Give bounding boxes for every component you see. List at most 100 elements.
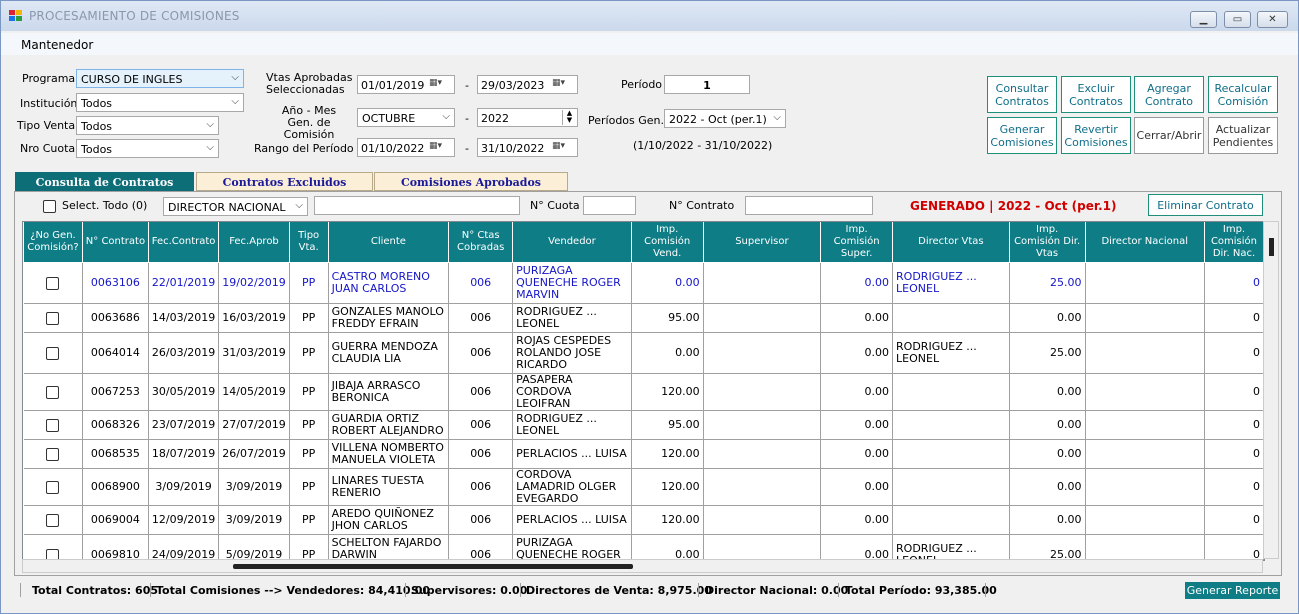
periodos-gen-select[interactable]: 2022 - Oct (per.1) ⌵ [664, 109, 786, 128]
column-header[interactable]: Director Vtas [892, 222, 1010, 263]
cerrar-abrir-button[interactable]: Cerrar/Abrir [1134, 117, 1204, 154]
cuota-input[interactable] [583, 196, 636, 215]
contrato-cell: 0069810 [82, 534, 149, 560]
mes-select[interactable]: OCTUBRE ⌵ [357, 108, 455, 127]
row-checkbox[interactable] [46, 276, 60, 290]
vtas-from-date[interactable]: 01/01/2019 ▦▾ [357, 75, 455, 94]
row-checkbox[interactable] [46, 385, 60, 399]
generar-reporte-button[interactable]: Generar Reporte [1185, 582, 1280, 599]
fec-contrato-cell: 30/05/2019 [148, 373, 220, 411]
recalcular-comision-button[interactable]: Recalcular Comisión [1208, 76, 1278, 113]
table-row[interactable]: 0063686 14/03/2019 16/03/2019 PP GONZALES MA… [23, 303, 1264, 333]
column-header[interactable]: ¿No Gen. Comisión? [23, 222, 83, 263]
tab-consulta-contratos[interactable]: Consulta de Contratos [15, 172, 194, 191]
row-checkbox[interactable] [46, 311, 60, 325]
fec-contrato-cell: 22/01/2019 [148, 262, 220, 304]
column-header[interactable]: Vendedor [512, 222, 632, 263]
close-button[interactable]: ✕ [1257, 11, 1288, 28]
tipo-cell: PP [289, 410, 329, 440]
eliminar-contrato-button[interactable]: Eliminar Contrato [1148, 194, 1263, 216]
fec-contrato-cell: 12/09/2019 [148, 505, 220, 535]
institucion-select[interactable]: Todos ⌵ [76, 93, 244, 112]
horizontal-scrollbar[interactable] [22, 559, 1263, 573]
cliente-cell: VILLENA NOMBERTO MANUELA VIOLETA [328, 439, 450, 469]
table-row[interactable]: 0063106 22/01/2019 19/02/2019 PP CASTRO MORE… [23, 262, 1264, 304]
imp-nac-cell: 0 [1204, 373, 1264, 411]
contrato-cell: 0068535 [82, 439, 149, 469]
column-header[interactable]: N° Contrato [81, 222, 149, 263]
calendar-icon: ▦▾ [429, 141, 443, 151]
director-select[interactable]: DIRECTOR NACIONAL ⌵ [163, 197, 308, 216]
table-row[interactable]: 0064014 26/03/2019 31/03/2019 PP GUERRA MEND… [23, 332, 1264, 374]
rango-from-date[interactable]: 01/10/2022 ▦▾ [357, 138, 455, 157]
anio-mes-label: Año - Mes Gen. de Comisión [281, 104, 337, 141]
fec-contrato-cell: 3/09/2019 [148, 468, 220, 506]
vtas-to-date[interactable]: 29/03/2023 ▦▾ [477, 75, 578, 94]
spin-icon[interactable]: ▲ ▼ [562, 110, 576, 125]
agregar-contrato-button[interactable]: Agregar Contrato [1134, 76, 1204, 113]
column-header[interactable]: Imp. Comisión Vend. [630, 222, 704, 263]
scroll-thumb[interactable] [1269, 238, 1274, 256]
actualizar-pendientes-button[interactable]: Actualizar Pendientes [1208, 117, 1278, 154]
select-all-checkbox[interactable] [43, 200, 56, 213]
row-checkbox[interactable] [46, 480, 60, 494]
search-input[interactable] [314, 196, 520, 215]
maximize-button[interactable]: ▭ [1224, 11, 1251, 28]
no-gen-comision-cell [23, 303, 83, 333]
supervisor-cell [703, 262, 822, 304]
tipo-cell: PP [289, 262, 329, 304]
column-header[interactable]: Tipo Vta. [288, 222, 329, 263]
column-header[interactable]: Cliente [327, 222, 450, 263]
anio-stepper[interactable]: 2022 ▲ ▼ [477, 108, 578, 127]
dir-vtas-cell [892, 410, 1010, 440]
column-header[interactable]: Supervisor [702, 222, 822, 263]
periodo-field[interactable]: 1 [664, 75, 750, 94]
table-row[interactable]: 0068535 18/07/2019 26/07/2019 PP VILLENA NOM… [23, 439, 1264, 469]
column-header[interactable]: Imp. Comisión Dir. Vtas [1008, 222, 1086, 263]
imp-vend-cell: 0.00 [631, 332, 704, 374]
table-row[interactable]: 0068900 3/09/2019 3/09/2019 PP LINARES TUEST… [23, 468, 1264, 506]
column-header[interactable]: Imp. Comisión Super. [820, 222, 894, 263]
row-checkbox[interactable] [46, 447, 60, 461]
column-header[interactable]: Director Nacional [1084, 222, 1205, 263]
generado-status: GENERADO | 2022 - Oct (per.1) [910, 199, 1117, 213]
row-checkbox[interactable] [46, 418, 60, 432]
imp-super-cell: 0.00 [820, 505, 894, 535]
programa-select[interactable]: CURSO DE INGLES ⌵ [76, 69, 244, 88]
contrato-input[interactable] [745, 196, 873, 215]
menu-mantenedor[interactable]: Mantenedor [21, 38, 93, 52]
column-header[interactable]: N° Ctas Cobradas [448, 222, 514, 263]
title-bar: PROCESAMIENTO DE COMISIONES ▁ ▭ ✕ [1, 1, 1298, 31]
column-header[interactable]: Fec.Aprob [218, 222, 290, 263]
supervisor-cell [703, 410, 822, 440]
rango-to-value: 31/10/2022 [481, 142, 545, 155]
nro-cuota-select[interactable]: Todos ⌵ [76, 139, 219, 158]
column-header[interactable]: Fec.Contrato [147, 222, 220, 263]
revertir-comisiones-button[interactable]: Revertir Comisiones [1061, 117, 1131, 154]
mes-value: OCTUBRE [362, 112, 416, 125]
table-row[interactable]: 0069810 24/09/2019 5/09/2019 PP SCHELTON FAJ… [23, 534, 1264, 560]
table-row[interactable]: 0067253 30/05/2019 14/05/2019 PP JIBAJA ARRA… [23, 373, 1264, 411]
generar-comisiones-button[interactable]: Generar Comisiones [987, 117, 1057, 154]
cliente-cell: GONZALES MANOLO FREDDY EFRAIN [328, 303, 450, 333]
tipo-venta-select[interactable]: Todos ⌵ [76, 116, 219, 135]
row-checkbox[interactable] [46, 513, 60, 527]
rango-to-date[interactable]: 31/10/2022 ▦▾ [477, 138, 578, 157]
tipo-cell: PP [289, 303, 329, 333]
row-checkbox[interactable] [46, 346, 60, 360]
column-header[interactable]: Imp. Comisión Dir. Nac. [1203, 222, 1264, 263]
minimize-button[interactable]: ▁ [1190, 11, 1217, 28]
periodo-range-text: (1/10/2022 - 31/10/2022) [633, 139, 773, 152]
table-row[interactable]: 0069004 12/09/2019 3/09/2019 PP AREDO QUIÑON… [23, 505, 1264, 535]
imp-nac-cell: 0 [1204, 534, 1264, 560]
scroll-thumb[interactable] [233, 564, 633, 569]
vertical-scrollbar[interactable] [1263, 221, 1279, 559]
excluir-contratos-button[interactable]: Excluir Contratos [1061, 76, 1131, 113]
tab-comisiones-aprobados[interactable]: Comisiones Aprobados [374, 172, 568, 191]
consultar-contratos-button[interactable]: Consultar Contratos [987, 76, 1057, 113]
contrato-cell: 0067253 [82, 373, 149, 411]
vendedor-cell: PERLACIOS ... LUISA [512, 505, 632, 535]
tab-contratos-excluidos[interactable]: Contratos Excluidos [196, 172, 373, 191]
table-row[interactable]: 0068326 23/07/2019 27/07/2019 PP GUARDIA ORT… [23, 410, 1264, 440]
imp-dir-cell: 25.00 [1009, 332, 1086, 374]
